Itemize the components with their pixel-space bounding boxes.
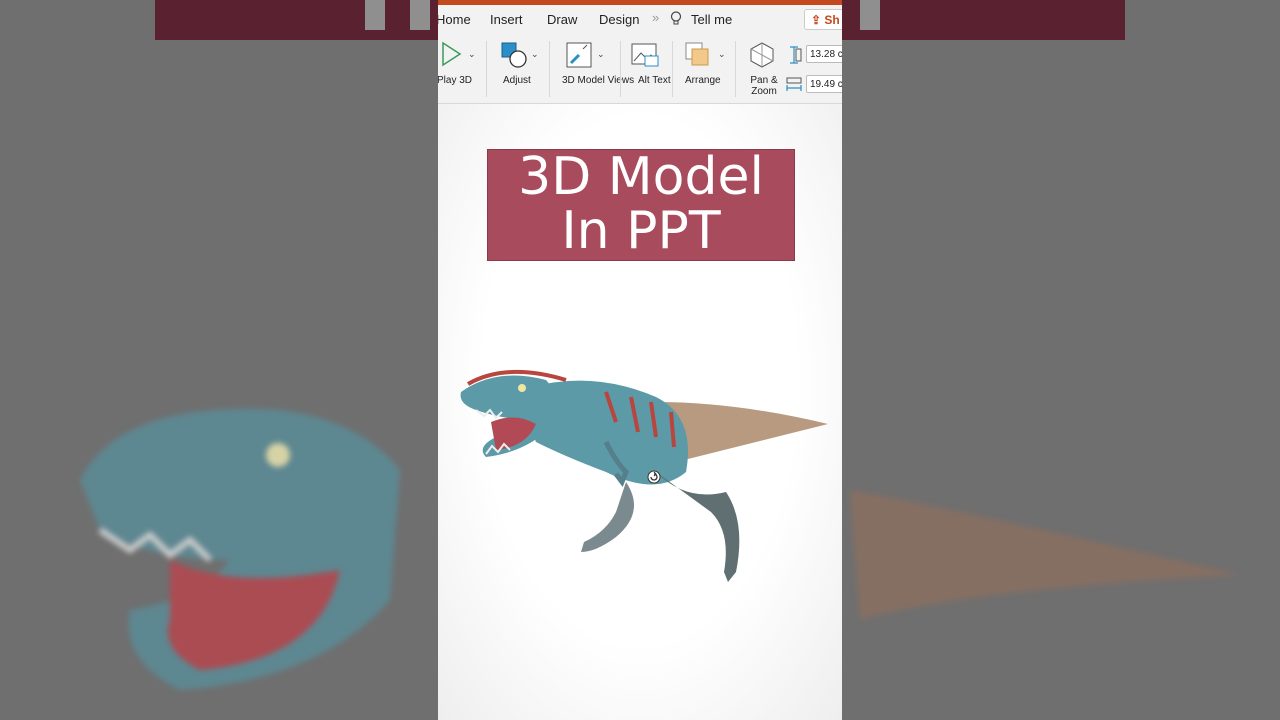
ribbon-divider	[672, 41, 673, 97]
tab-design[interactable]: Design	[599, 12, 639, 27]
model-views-dropdown-icon[interactable]: ⌄	[597, 49, 605, 60]
ribbon-divider	[620, 41, 621, 97]
rotate-handle-icon[interactable]	[647, 470, 661, 484]
adjust-label: Adjust	[503, 75, 531, 86]
width-field[interactable]: 19.49 c	[806, 75, 842, 93]
share-icon: ⇪	[811, 13, 822, 27]
slide-title-box[interactable]: 3D Model In PPT	[487, 149, 795, 261]
tab-insert[interactable]: Insert	[490, 12, 523, 27]
height-icon	[786, 46, 802, 67]
height-field[interactable]: 13.28 c	[806, 45, 842, 63]
slide-canvas[interactable]: 3D Model In PPT	[438, 104, 842, 720]
ribbon-divider	[735, 41, 736, 97]
tab-home[interactable]: Home	[438, 12, 471, 27]
title-line-2: In PPT	[561, 201, 721, 261]
ribbon-tabs: Home Insert Draw Design » Tell me ⇪ Sh	[438, 5, 842, 35]
lightbulb-icon	[670, 11, 682, 29]
alt-text-label: Alt Text	[638, 75, 671, 86]
pan-zoom-icon	[748, 41, 776, 72]
model-views-icon	[565, 41, 593, 72]
width-icon	[786, 76, 802, 95]
play-icon	[440, 41, 462, 70]
ribbon-divider	[549, 41, 550, 97]
alt-text-icon	[631, 41, 659, 72]
share-button[interactable]: ⇪ Sh	[804, 9, 842, 30]
ribbon-toolbar: Play 3D ⌄ Adjust ⌄ 3D Model Views ⌄ Alt …	[438, 35, 842, 104]
arrange-label: Arrange	[685, 75, 721, 86]
play-3d-label: Play 3D	[438, 75, 473, 86]
play-3d-dropdown-icon[interactable]: ⌄	[468, 49, 476, 60]
share-label: Sh	[824, 13, 840, 27]
powerpoint-window: Home Insert Draw Design » Tell me ⇪ Sh P…	[438, 0, 842, 720]
adjust-shapes-icon	[500, 41, 528, 72]
arrange-icon	[684, 41, 712, 72]
tell-me-search[interactable]: Tell me	[691, 12, 732, 27]
pan-zoom-label: Pan & Zoom	[750, 75, 778, 97]
title-line-1: 3D Model	[518, 147, 764, 207]
arrange-dropdown-icon[interactable]: ⌄	[718, 49, 726, 60]
tab-draw[interactable]: Draw	[547, 12, 577, 27]
model-views-label: 3D Model Views	[562, 75, 635, 86]
adjust-dropdown-icon[interactable]: ⌄	[531, 49, 539, 60]
more-tabs-chevron-icon[interactable]: »	[652, 10, 659, 25]
ribbon-divider	[486, 41, 487, 97]
3d-dinosaur-model[interactable]	[456, 362, 836, 592]
